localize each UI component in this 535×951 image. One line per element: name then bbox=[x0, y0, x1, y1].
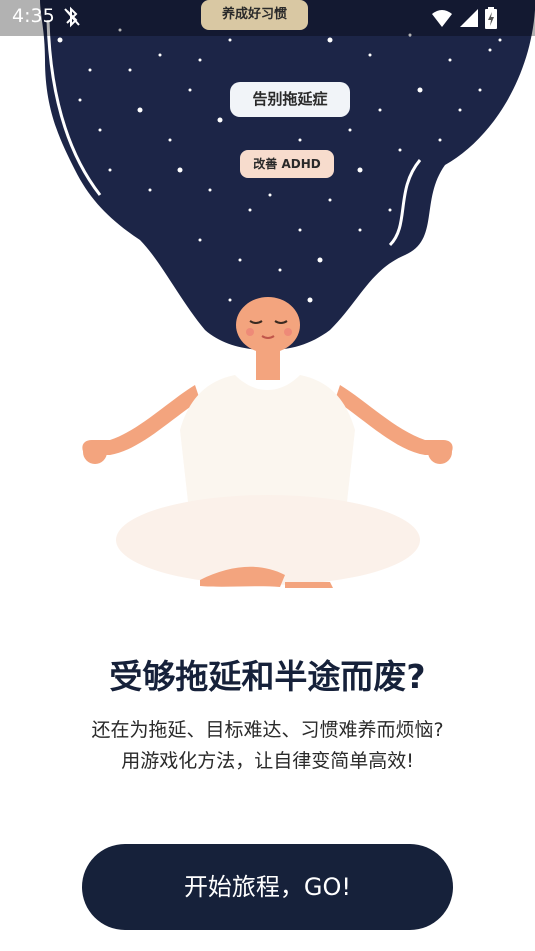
star bbox=[348, 128, 352, 132]
tag-build-habits: 养成好习惯 bbox=[201, 0, 308, 30]
star bbox=[238, 258, 242, 262]
star bbox=[158, 53, 162, 57]
star bbox=[307, 297, 313, 303]
tag-quit-procrastination: 告别拖延症 bbox=[230, 82, 350, 117]
hand-left bbox=[83, 440, 107, 464]
star bbox=[478, 88, 482, 92]
star bbox=[198, 238, 202, 242]
star bbox=[198, 58, 202, 62]
star bbox=[438, 138, 442, 142]
tag-improve-adhd: 改善 ADHD bbox=[240, 150, 334, 178]
onboarding-screen: 养成好习惯 告别拖延症 改善 ADHD 4:35 受够拖延和半途而废? 还在为拖… bbox=[0, 0, 535, 951]
star bbox=[128, 68, 132, 72]
star bbox=[278, 268, 282, 272]
ankle bbox=[285, 582, 333, 588]
bluetooth-off-icon bbox=[62, 6, 82, 32]
star bbox=[108, 168, 112, 172]
star bbox=[57, 37, 63, 43]
star bbox=[268, 193, 272, 197]
star bbox=[368, 53, 372, 57]
star bbox=[228, 298, 232, 302]
star bbox=[298, 228, 302, 232]
star bbox=[248, 208, 252, 212]
star bbox=[378, 108, 382, 112]
star bbox=[398, 148, 402, 152]
star bbox=[98, 128, 102, 132]
status-time: 4:35 bbox=[12, 5, 55, 27]
cheek-right bbox=[284, 328, 292, 336]
star bbox=[388, 208, 392, 212]
status-icons bbox=[431, 7, 497, 33]
star bbox=[417, 87, 423, 93]
star bbox=[488, 48, 492, 52]
star bbox=[168, 138, 172, 142]
battery-charging-icon bbox=[485, 7, 497, 33]
star bbox=[228, 38, 232, 42]
star bbox=[498, 38, 502, 42]
star bbox=[88, 68, 92, 72]
star bbox=[448, 58, 452, 62]
neck bbox=[256, 350, 280, 380]
face bbox=[236, 297, 300, 353]
star bbox=[327, 37, 333, 43]
subtext-line-1: 还在为拖延、目标难达、习惯难养而烦恼? bbox=[91, 719, 444, 741]
star bbox=[328, 198, 332, 202]
headline: 受够拖延和半途而废? bbox=[109, 657, 426, 696]
hand-right bbox=[428, 440, 452, 464]
wifi-icon bbox=[431, 8, 453, 32]
star bbox=[177, 167, 183, 173]
cheek-left bbox=[246, 328, 254, 336]
star bbox=[357, 167, 363, 173]
star bbox=[208, 188, 212, 192]
star bbox=[217, 117, 223, 123]
start-journey-button[interactable]: 开始旅程，GO! bbox=[82, 844, 453, 930]
star bbox=[298, 138, 302, 142]
subtext-line-2: 用游戏化方法，让自律变简单高效! bbox=[121, 750, 414, 772]
star bbox=[317, 257, 323, 263]
cellular-signal-icon bbox=[459, 8, 479, 32]
star bbox=[148, 188, 152, 192]
star bbox=[78, 98, 82, 102]
star bbox=[358, 228, 362, 232]
star bbox=[458, 108, 462, 112]
star bbox=[137, 107, 143, 113]
star bbox=[188, 88, 192, 92]
